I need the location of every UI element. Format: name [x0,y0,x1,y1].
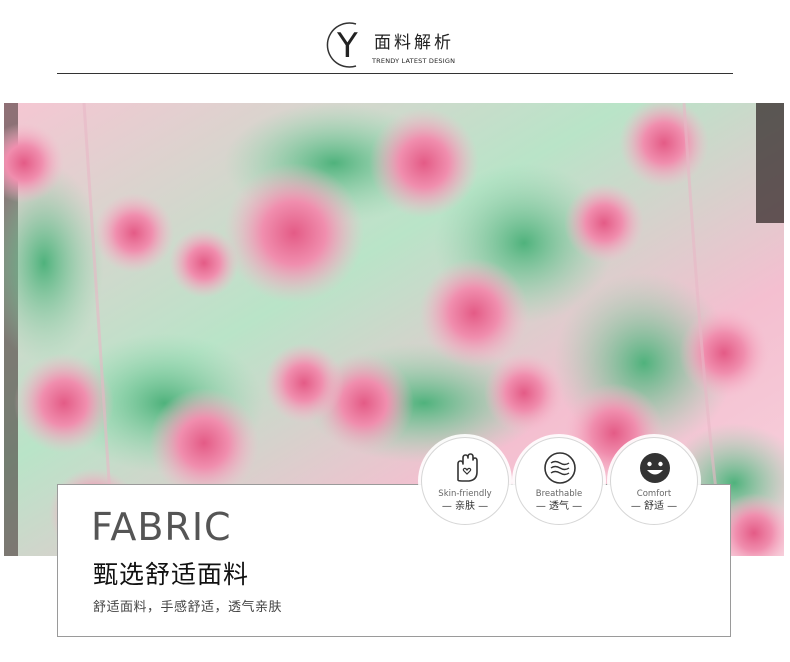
hand-icon [457,453,478,482]
section-header: Y 面料解析 TRENDY LATEST DESIGN [0,0,790,80]
badge-label-cn: — 透气 — [535,501,583,512]
badge-label-en: Breathable [535,489,583,499]
badge-skin-friendly: Skin-friendly — 亲肤 — [421,437,509,525]
badge-label-en: Skin-friendly [438,489,492,499]
breathable-icon [544,452,576,484]
badge-label-en: Comfort [636,489,672,499]
badge-label-cn: — 亲肤 — [441,501,489,512]
fabric-heading: 甄选舒适面料 [93,560,250,589]
logo-letter: Y [337,26,358,66]
badge-comfort: Comfort — 舒适 — [610,437,698,525]
smiley-icon [640,453,670,483]
header-divider [57,73,733,74]
fabric-description: 舒适面料，手感舒适，透气亲肤 [93,600,283,615]
badge-breathable: Breathable — 透气 — [515,437,603,525]
fabric-title: FABRIC [91,505,232,549]
badge-label-cn: — 舒适 — [630,501,678,512]
section-subtitle: TRENDY LATEST DESIGN [372,57,456,65]
section-title: 面料解析 [374,33,454,53]
